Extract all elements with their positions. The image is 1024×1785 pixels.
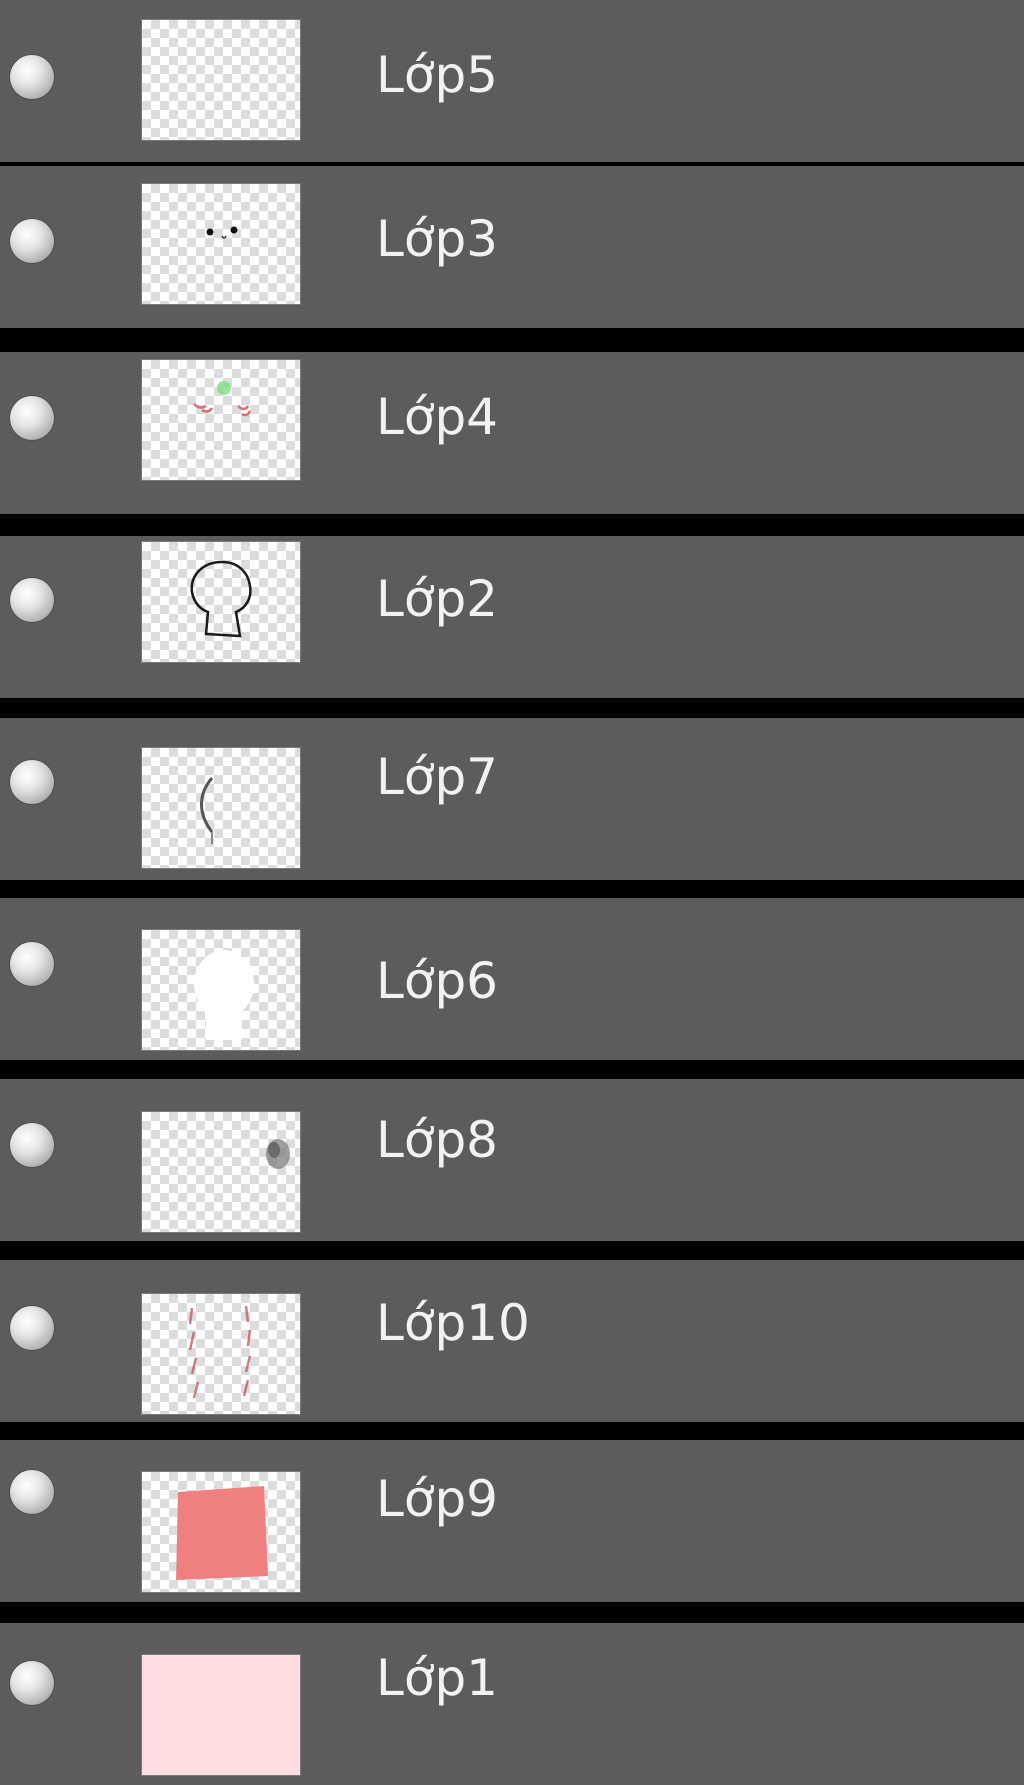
pink-green-marks-icon xyxy=(193,381,252,417)
visibility-dot-icon[interactable] xyxy=(10,578,54,622)
layer-name: Lớp4 xyxy=(376,388,498,446)
layer-thumbnail-stroke xyxy=(142,748,300,868)
layer-thumbnail-eyes xyxy=(142,184,300,304)
gray-smudge-icon xyxy=(266,1139,290,1169)
head-outline-icon xyxy=(190,560,252,638)
layer-name: Lớp10 xyxy=(376,1294,530,1352)
layer-name: Lớp6 xyxy=(376,952,498,1010)
layer-row-lop5[interactable]: Lớp5 xyxy=(0,0,1024,162)
layer-row-lop1[interactable]: Lớp1 xyxy=(0,1623,1024,1785)
layer-thumbnail-pink xyxy=(142,1655,300,1775)
layer-name: Lớp2 xyxy=(376,570,498,628)
layer-thumbnail-white-shape xyxy=(142,930,300,1050)
curved-stroke-icon xyxy=(200,777,214,844)
layer-thumbnail-salmon xyxy=(142,1472,300,1592)
layer-row-lop2[interactable]: Lớp2 xyxy=(0,536,1024,698)
layer-thumbnail-marks xyxy=(142,360,300,480)
layer-thumbnail-smudge xyxy=(142,1112,300,1232)
layer-row-lop8[interactable]: Lớp8 xyxy=(0,1079,1024,1241)
layer-row-lop4[interactable]: Lớp4 xyxy=(0,352,1024,514)
layer-row-lop6[interactable]: Lớp6 xyxy=(0,898,1024,1060)
visibility-dot-icon[interactable] xyxy=(10,1661,54,1705)
salmon-block-icon xyxy=(176,1486,268,1580)
layers-panel: Lớp5 Lớp3 Lớp4 Lớp2 Lớp7 Lớp6 Lớp8 Lớp10… xyxy=(0,0,1024,1785)
layer-thumbnail-dashes xyxy=(142,1294,300,1414)
layer-row-lop7[interactable]: Lớp7 xyxy=(0,718,1024,880)
visibility-dot-icon[interactable] xyxy=(10,55,54,99)
layer-name: Lớp3 xyxy=(376,210,498,268)
eyes-sketch-icon xyxy=(206,226,238,239)
layer-name: Lớp1 xyxy=(376,1649,498,1707)
visibility-dot-icon[interactable] xyxy=(10,396,54,440)
visibility-dot-icon[interactable] xyxy=(10,760,54,804)
layer-name: Lớp9 xyxy=(376,1470,498,1528)
layer-row-lop3[interactable]: Lớp3 xyxy=(0,166,1024,328)
layer-thumbnail-empty xyxy=(142,20,300,140)
visibility-dot-icon[interactable] xyxy=(10,1306,54,1350)
layer-row-lop10[interactable]: Lớp10 xyxy=(0,1260,1024,1422)
layer-name: Lớp7 xyxy=(376,748,498,806)
visibility-dot-icon[interactable] xyxy=(10,1123,54,1167)
layer-name: Lớp8 xyxy=(376,1111,498,1169)
red-dashed-strokes-icon xyxy=(188,1305,252,1399)
layer-row-lop9[interactable]: Lớp9 xyxy=(0,1440,1024,1602)
layer-thumbnail-head xyxy=(142,542,300,662)
layer-name: Lớp5 xyxy=(376,46,498,104)
white-shape-icon xyxy=(194,950,254,1040)
visibility-dot-icon[interactable] xyxy=(10,942,54,986)
visibility-dot-icon[interactable] xyxy=(10,1470,54,1514)
visibility-dot-icon[interactable] xyxy=(10,219,54,263)
